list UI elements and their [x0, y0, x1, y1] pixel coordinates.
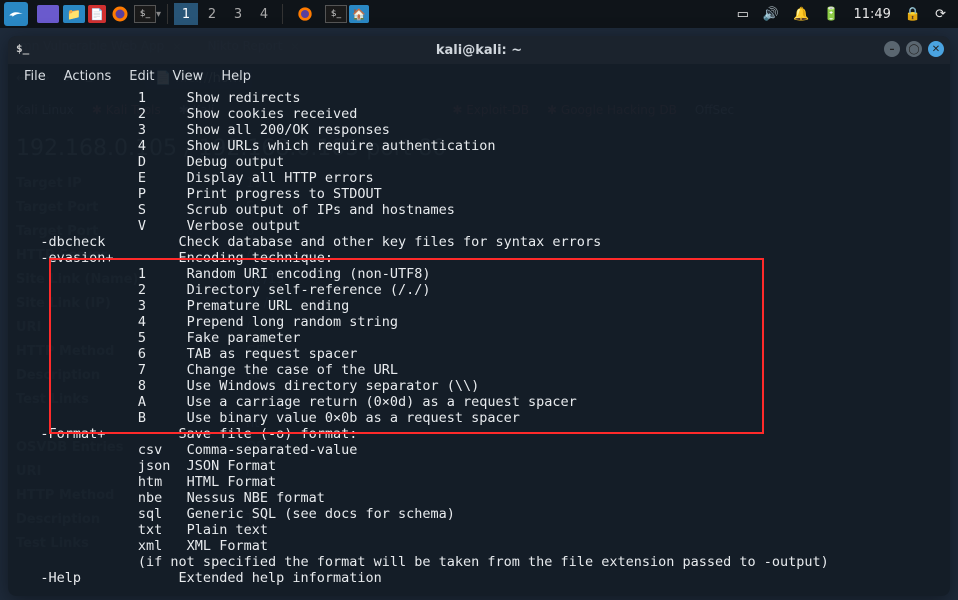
- close-button[interactable]: ✕: [928, 41, 944, 57]
- tray-battery-icon[interactable]: 🔋: [823, 7, 839, 22]
- taskbar-left: 📁 📄 $_ ▾ 1 2 3 4 $_ 🏠: [4, 2, 369, 26]
- terminal-line: json JSON Format: [16, 458, 942, 474]
- terminal-line: S Scrub output of IPs and hostnames: [16, 202, 942, 218]
- tray-display-icon[interactable]: ▭: [737, 7, 749, 22]
- menu-actions[interactable]: Actions: [56, 67, 120, 86]
- terminal-line: -evasion+ Encoding technique:: [16, 250, 942, 266]
- terminal-line: 3 Premature URL ending: [16, 298, 942, 314]
- app-menu-icon[interactable]: [4, 2, 28, 26]
- terminal-line: 8 Use Windows directory separator (\\): [16, 378, 942, 394]
- window-list-icon[interactable]: [36, 2, 60, 26]
- dropdown-icon[interactable]: ▾: [156, 9, 161, 20]
- terminal-menubar: File Actions Edit View Help: [8, 64, 950, 88]
- terminal-line: nbe Nessus NBE format: [16, 490, 942, 506]
- terminal-line: sql Generic SQL (see docs for schema): [16, 506, 942, 522]
- terminal-icon: $_: [16, 42, 32, 58]
- terminal-line: 1 Random URI encoding (non-UTF8): [16, 266, 942, 282]
- document-icon[interactable]: 📄: [88, 5, 106, 23]
- terminal-line: txt Plain text: [16, 522, 942, 538]
- taskbar-firefox-window[interactable]: [293, 2, 317, 26]
- tray-power-icon[interactable]: ⟳: [935, 7, 946, 22]
- terminal-line: 2 Directory self-reference (/./): [16, 282, 942, 298]
- workspace-4[interactable]: 4: [252, 3, 276, 25]
- terminal-titlebar[interactable]: $_ kali@kali: ~ – ◯ ✕: [8, 36, 950, 64]
- terminal-line: 6 TAB as request spacer: [16, 346, 942, 362]
- tray-notification-icon[interactable]: 🔔: [793, 7, 809, 22]
- terminal-line: D Debug output: [16, 154, 942, 170]
- terminal-line: 4 Prepend long random string: [16, 314, 942, 330]
- taskbar-files-window[interactable]: 🏠: [349, 5, 369, 23]
- terminal-line: P Print progress to STDOUT: [16, 186, 942, 202]
- terminal-output[interactable]: 1 Show redirects 2 Show cookies received…: [8, 88, 950, 596]
- minimize-button[interactable]: –: [884, 41, 900, 57]
- menu-help[interactable]: Help: [213, 67, 259, 86]
- terminal-line: csv Comma-separated-value: [16, 442, 942, 458]
- terminal-line: xml XML Format: [16, 538, 942, 554]
- workspace-3[interactable]: 3: [226, 3, 250, 25]
- terminal-line: -dbcheck Check database and other key fi…: [16, 234, 942, 250]
- terminal-line: A Use a carriage return (0×0d) as a requ…: [16, 394, 942, 410]
- menu-file[interactable]: File: [16, 67, 54, 86]
- terminal-line: 1 Show redirects: [16, 90, 942, 106]
- menu-view[interactable]: View: [164, 67, 211, 86]
- terminal-line: 7 Change the case of the URL: [16, 362, 942, 378]
- terminal-line: V Verbose output: [16, 218, 942, 234]
- firefox-icon[interactable]: [108, 2, 132, 26]
- files-icon[interactable]: 📁: [62, 2, 86, 26]
- terminal-line: 4 Show URLs which require authentication: [16, 138, 942, 154]
- terminal-title: kali@kali: ~: [436, 43, 522, 58]
- workspace-2[interactable]: 2: [200, 3, 224, 25]
- terminal-line: E Display all HTTP errors: [16, 170, 942, 186]
- clock[interactable]: 11:49: [853, 7, 890, 22]
- taskbar-terminal-window[interactable]: $_: [325, 5, 347, 23]
- taskbar-right: ▭ 🔊 🔔 🔋 11:49 🔒 ⟳: [737, 7, 954, 22]
- terminal-line: 2 Show cookies received: [16, 106, 942, 122]
- terminal-launcher-icon[interactable]: $_: [134, 5, 156, 23]
- taskbar: 📁 📄 $_ ▾ 1 2 3 4 $_ 🏠 ▭ 🔊 🔔 🔋 11:49 🔒 ⟳: [0, 0, 958, 28]
- terminal-line: (if not specified the format will be tak…: [16, 554, 942, 570]
- tray-volume-icon[interactable]: 🔊: [763, 7, 779, 22]
- terminal-window: $_ kali@kali: ~ – ◯ ✕ File Actions Edit …: [8, 36, 950, 596]
- terminal-line: htm HTML Format: [16, 474, 942, 490]
- maximize-button[interactable]: ◯: [906, 41, 922, 57]
- tray-lock-icon[interactable]: 🔒: [905, 7, 921, 22]
- workspace-1[interactable]: 1: [174, 3, 198, 25]
- terminal-line: 3 Show all 200/OK responses: [16, 122, 942, 138]
- terminal-line: -Help Extended help information: [16, 570, 942, 586]
- terminal-line: 5 Fake parameter: [16, 330, 942, 346]
- terminal-line: B Use binary value 0×0b as a request spa…: [16, 410, 942, 426]
- menu-edit[interactable]: Edit: [121, 67, 162, 86]
- terminal-line: -Format+ Save file (-o) format:: [16, 426, 942, 442]
